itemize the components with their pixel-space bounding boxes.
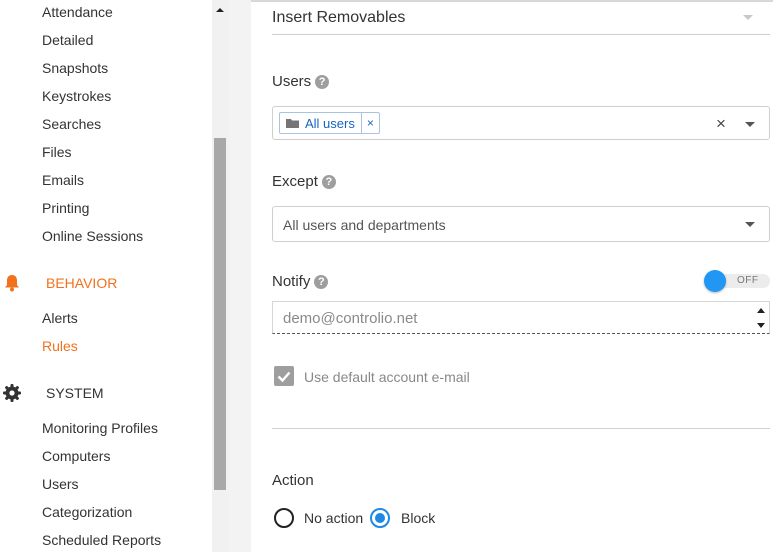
sidebar-item-attendance[interactable]: Attendance xyxy=(42,4,113,20)
email-value: demo@controlio.net xyxy=(283,310,418,327)
toggle-state-label: OFF xyxy=(737,275,759,286)
sidebar-item-searches[interactable]: Searches xyxy=(42,116,101,132)
sidebar-item-computers[interactable]: Computers xyxy=(42,448,110,464)
sidebar-item-online-sessions[interactable]: Online Sessions xyxy=(42,228,143,244)
user-chip: All users × xyxy=(279,112,380,134)
help-icon[interactable]: ? xyxy=(321,175,336,189)
sidebar-item-monitoring-profiles[interactable]: Monitoring Profiles xyxy=(42,420,158,436)
default-email-checkbox[interactable] xyxy=(274,366,294,386)
chevron-down-icon[interactable] xyxy=(745,222,755,227)
scroll-up-arrow-icon[interactable] xyxy=(212,0,229,20)
action-label: Action xyxy=(272,472,314,489)
sidebar-item-alerts[interactable]: Alerts xyxy=(42,310,78,326)
email-spinner[interactable] xyxy=(755,304,767,332)
chip-label: All users xyxy=(305,115,355,131)
except-label: Except? xyxy=(272,173,336,190)
default-email-label: Use default account e-mail xyxy=(304,369,470,385)
except-select[interactable]: All users and departments xyxy=(272,206,770,242)
gutter xyxy=(229,0,251,552)
users-select[interactable]: All users × × xyxy=(272,106,770,140)
spinner-up-icon[interactable] xyxy=(757,308,765,313)
radio-block-label[interactable]: Block xyxy=(401,510,435,526)
rule-type-value: Insert Removables xyxy=(272,9,406,26)
except-label-text: Except xyxy=(272,173,318,190)
folder-icon xyxy=(286,119,299,128)
checkmark-icon xyxy=(277,371,291,383)
except-placeholder: All users and departments xyxy=(283,217,446,233)
clear-icon[interactable]: × xyxy=(716,114,726,134)
sidebar-item-printing[interactable]: Printing xyxy=(42,200,89,216)
sidebar-item-rules[interactable]: Rules xyxy=(42,338,78,354)
gear-icon xyxy=(3,384,21,402)
rule-type-select[interactable]: Insert Removables xyxy=(272,0,770,35)
chevron-down-icon[interactable] xyxy=(745,122,755,127)
notify-toggle[interactable]: OFF xyxy=(704,270,770,292)
bell-icon xyxy=(5,275,19,292)
sidebar-item-users[interactable]: Users xyxy=(42,476,79,492)
sidebar-item-emails[interactable]: Emails xyxy=(42,172,84,188)
sidebar-scrollbar[interactable] xyxy=(212,0,229,552)
sidebar-item-keystrokes[interactable]: Keystrokes xyxy=(42,88,111,104)
help-icon[interactable]: ? xyxy=(315,75,330,89)
sidebar-item-snapshots[interactable]: Snapshots xyxy=(42,60,108,76)
users-label: Users? xyxy=(272,73,330,90)
users-label-text: Users xyxy=(272,73,312,90)
notify-label: Notify? xyxy=(272,273,329,290)
scrollbar-thumb[interactable] xyxy=(214,138,226,490)
sidebar-item-categorization[interactable]: Categorization xyxy=(42,504,132,520)
toggle-knob[interactable] xyxy=(704,270,726,292)
sidebar-item-scheduled-reports[interactable]: Scheduled Reports xyxy=(42,532,161,548)
sidebar: Attendance Detailed Snapshots Keystrokes… xyxy=(0,0,212,552)
section-divider xyxy=(272,428,770,429)
sidebar-item-files[interactable]: Files xyxy=(42,144,72,160)
chip-remove-icon[interactable]: × xyxy=(360,113,379,133)
chevron-down-icon[interactable] xyxy=(743,15,753,20)
help-icon[interactable]: ? xyxy=(314,275,329,289)
spinner-down-icon[interactable] xyxy=(757,323,765,328)
notify-email-field[interactable]: demo@controlio.net xyxy=(272,301,770,334)
notify-label-text: Notify xyxy=(272,273,311,290)
radio-no-action[interactable] xyxy=(274,508,294,528)
rule-form: Insert Removables Users? All users × × E… xyxy=(251,0,773,552)
sidebar-item-detailed[interactable]: Detailed xyxy=(42,32,93,48)
radio-block[interactable] xyxy=(370,508,390,528)
sidebar-section-system[interactable]: SYSTEM xyxy=(46,385,104,401)
sidebar-section-behavior[interactable]: BEHAVIOR xyxy=(46,275,117,291)
radio-no-action-label[interactable]: No action xyxy=(304,510,363,526)
